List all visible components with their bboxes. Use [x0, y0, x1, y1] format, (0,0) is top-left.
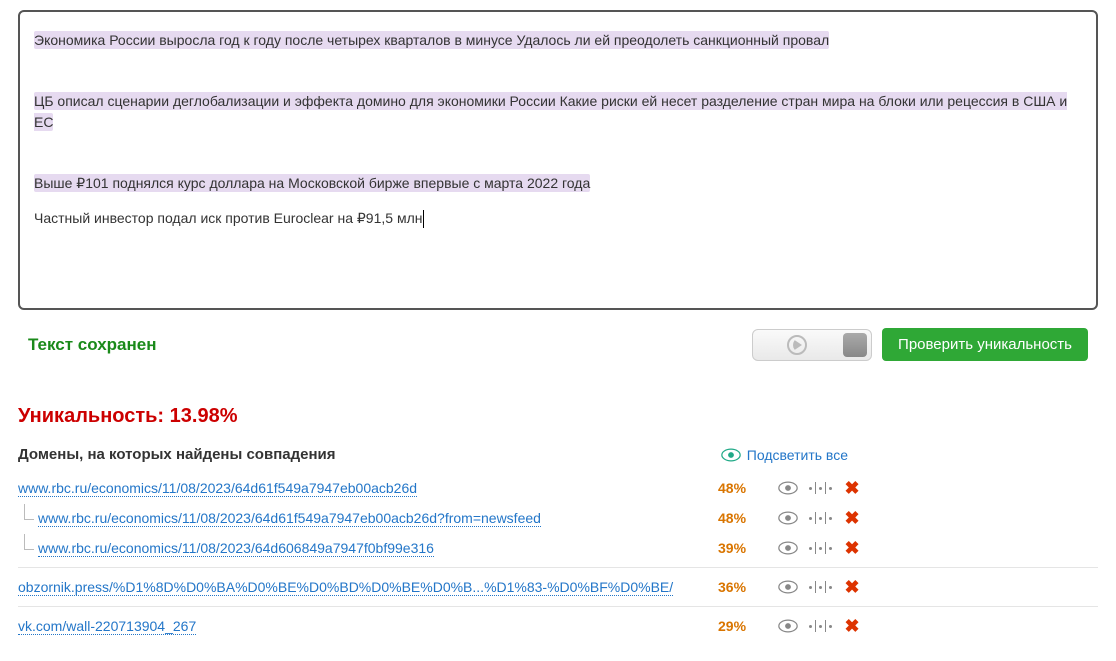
match-percent: 48%	[718, 480, 778, 496]
text-cursor	[423, 210, 424, 228]
table-row: vk.com/wall-220713904_267 29% ✖	[18, 611, 1098, 641]
settings-icon[interactable]	[810, 616, 830, 636]
check-uniqueness-button[interactable]: Проверить уникальность	[882, 328, 1088, 361]
delete-icon[interactable]: ✖	[842, 508, 862, 528]
slider-button[interactable]	[752, 329, 872, 361]
delete-icon[interactable]: ✖	[842, 616, 862, 636]
domains-heading: Домены, на которых найдены совпадения	[18, 446, 721, 463]
eye-icon[interactable]	[778, 478, 798, 498]
domain-link[interactable]: www.rbc.ru/economics/11/08/2023/64d60684…	[38, 540, 434, 557]
settings-icon[interactable]	[810, 478, 830, 498]
editor-paragraph: ЦБ описал сценарии деглобализации и эффе…	[34, 92, 1067, 131]
editor-paragraph: Экономика России выросла год к году посл…	[34, 31, 829, 49]
text-editor[interactable]: Экономика России выросла год к году посл…	[18, 10, 1098, 310]
domain-link[interactable]: www.rbc.ru/economics/11/08/2023/64d61f54…	[38, 510, 541, 527]
match-percent: 29%	[718, 618, 778, 634]
editor-paragraph: Выше ₽101 поднялся курс доллара на Моско…	[34, 174, 590, 192]
match-percent: 36%	[718, 579, 778, 595]
table-row: www.rbc.ru/economics/11/08/2023/64d60684…	[18, 533, 1098, 563]
eye-icon[interactable]	[778, 616, 798, 636]
delete-icon[interactable]: ✖	[842, 538, 862, 558]
status-saved: Текст сохранен	[28, 335, 752, 355]
match-percent: 39%	[718, 540, 778, 556]
uniqueness-title: Уникальность: 13.98%	[18, 405, 1098, 428]
settings-icon[interactable]	[810, 577, 830, 597]
match-percent: 48%	[718, 510, 778, 526]
settings-icon[interactable]	[810, 508, 830, 528]
table-row: obzornik.press/%D1%8D%D0%BA%D0%BE%D0%BD%…	[18, 572, 1098, 602]
highlight-all-link[interactable]: Подсветить все	[721, 447, 848, 463]
table-row: www.rbc.ru/economics/11/08/2023/64d61f54…	[18, 503, 1098, 533]
eye-icon	[721, 448, 741, 462]
editor-paragraph: Частный инвестор подал иск против Eurocl…	[34, 210, 422, 226]
settings-icon[interactable]	[810, 538, 830, 558]
play-icon	[787, 335, 807, 355]
eye-icon[interactable]	[778, 538, 798, 558]
domains-table: www.rbc.ru/economics/11/08/2023/64d61f54…	[18, 473, 1098, 641]
domain-link[interactable]: obzornik.press/%D1%8D%D0%BA%D0%BE%D0%BD%…	[18, 579, 673, 596]
domain-link[interactable]: vk.com/wall-220713904_267	[18, 618, 196, 635]
delete-icon[interactable]: ✖	[842, 478, 862, 498]
table-row: www.rbc.ru/economics/11/08/2023/64d61f54…	[18, 473, 1098, 503]
eye-icon[interactable]	[778, 508, 798, 528]
eye-icon[interactable]	[778, 577, 798, 597]
delete-icon[interactable]: ✖	[842, 577, 862, 597]
domain-link[interactable]: www.rbc.ru/economics/11/08/2023/64d61f54…	[18, 480, 417, 497]
